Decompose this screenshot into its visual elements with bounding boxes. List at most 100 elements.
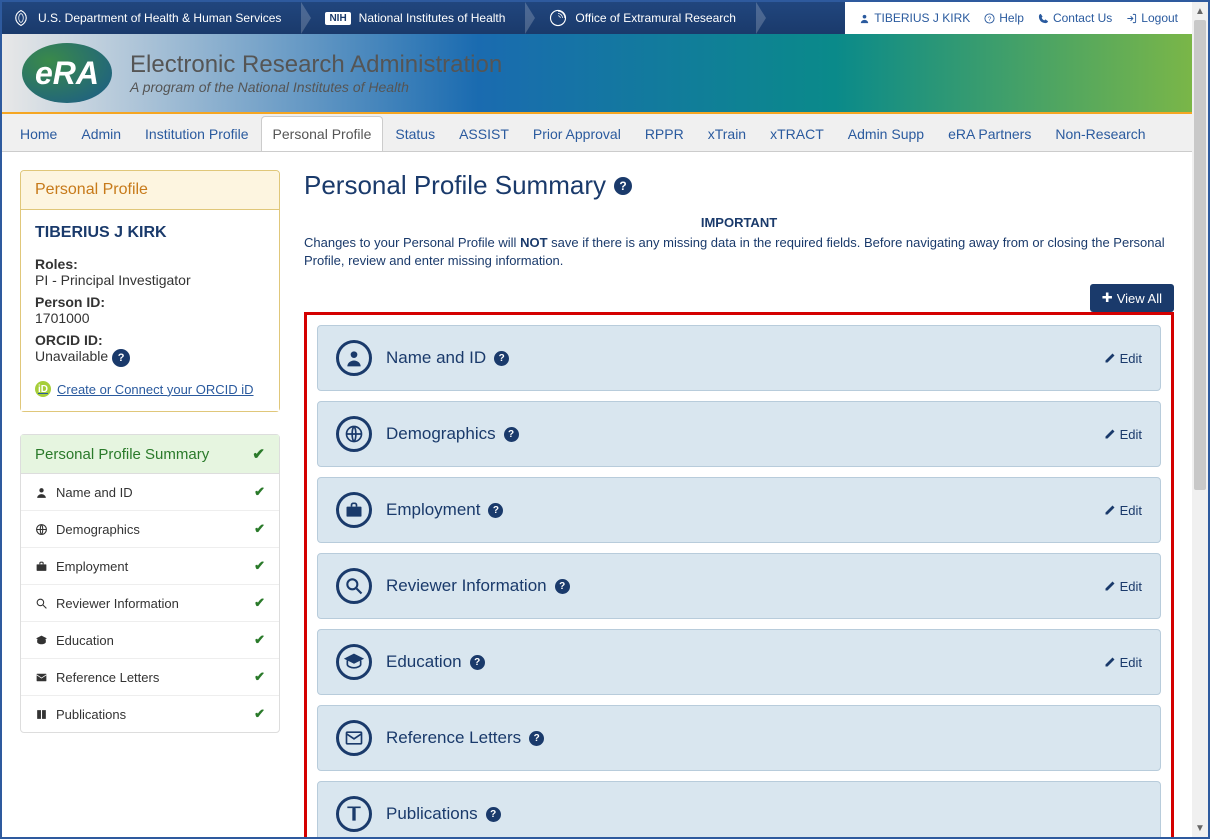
nav-tab-admin[interactable]: Admin <box>69 116 133 151</box>
breadcrumb-nih[interactable]: NIH National Institutes of Health <box>301 2 525 34</box>
nav-tab-xtract[interactable]: xTRACT <box>758 116 836 151</box>
orcid-connect-link[interactable]: iD Create or Connect your ORCID iD <box>35 381 265 397</box>
svg-text:?: ? <box>988 15 992 22</box>
section-title: Reference Letters ? <box>386 728 544 748</box>
breadcrumb-hhs[interactable]: U.S. Department of Health & Human Servic… <box>2 2 301 34</box>
publications-icon <box>35 708 48 721</box>
name-and-id-icon <box>35 486 48 499</box>
view-all-label: View All <box>1117 291 1162 306</box>
reviewer-information-icon <box>336 568 372 604</box>
check-icon: ✔ <box>252 445 265 463</box>
header-help-link[interactable]: ? Help <box>984 11 1024 25</box>
section-help-icon[interactable]: ? <box>494 351 509 366</box>
nav-tab-xtrain[interactable]: xTrain <box>696 116 758 151</box>
section-help-icon[interactable]: ? <box>486 807 501 822</box>
education-icon <box>336 644 372 680</box>
publications-icon <box>336 796 372 832</box>
nav-tab-status[interactable]: Status <box>383 116 447 151</box>
summary-nav-item-label: Publications <box>56 707 126 722</box>
edit-button[interactable]: Edit <box>1104 579 1142 594</box>
check-icon: ✔ <box>254 669 265 685</box>
era-logo: eRA <box>22 43 112 103</box>
reference-letters-icon <box>35 671 48 684</box>
sections-highlight-box: Name and ID ? Edit Demographics ? Edit Emp… <box>304 312 1174 839</box>
important-heading: IMPORTANT <box>304 215 1174 230</box>
check-icon: ✔ <box>254 558 265 574</box>
nav-tab-assist[interactable]: ASSIST <box>447 116 521 151</box>
summary-nav-item-reviewer-information[interactable]: Reviewer Information✔ <box>21 585 279 622</box>
era-logo-text: eRA <box>35 55 99 92</box>
scrollbar-thumb[interactable] <box>1194 20 1206 490</box>
section-row-education[interactable]: Education ? Edit <box>317 629 1161 695</box>
header-contact-link[interactable]: Contact Us <box>1038 11 1112 25</box>
section-title: Publications ? <box>386 804 501 824</box>
edit-button[interactable]: Edit <box>1104 503 1142 518</box>
pencil-icon <box>1104 580 1116 592</box>
edit-button[interactable]: Edit <box>1104 351 1142 366</box>
breadcrumb-oer-label: Office of Extramural Research <box>575 11 736 25</box>
page-title-help-icon[interactable]: ? <box>614 177 632 195</box>
summary-nav-item-employment[interactable]: Employment✔ <box>21 548 279 585</box>
check-icon: ✔ <box>254 632 265 648</box>
orcid-help-icon[interactable]: ? <box>112 349 130 367</box>
name-and-id-icon <box>336 340 372 376</box>
header-logout-label: Logout <box>1141 11 1178 25</box>
demographics-icon <box>35 523 48 536</box>
summary-nav-item-label: Reference Letters <box>56 670 159 685</box>
section-row-reviewer-information[interactable]: Reviewer Information ? Edit <box>317 553 1161 619</box>
oer-icon <box>549 9 567 27</box>
breadcrumb-nih-label: National Institutes of Health <box>359 11 506 25</box>
summary-nav-item-name-and-id[interactable]: Name and ID✔ <box>21 474 279 511</box>
banner-title: Electronic Research Administration <box>130 51 502 79</box>
person-id-value: 1701000 <box>35 310 265 326</box>
profile-summary-nav-title: Personal Profile Summary <box>35 446 209 463</box>
section-help-icon[interactable]: ? <box>529 731 544 746</box>
banner-subtitle: A program of the National Institutes of … <box>130 79 502 95</box>
header-user-link[interactable]: TIBERIUS J KIRK <box>859 11 970 25</box>
summary-nav-item-demographics[interactable]: Demographics✔ <box>21 511 279 548</box>
edit-button[interactable]: Edit <box>1104 427 1142 442</box>
personal-profile-card-header: Personal Profile <box>21 171 279 210</box>
user-icon <box>859 13 870 24</box>
profile-summary-nav-header[interactable]: Personal Profile Summary ✔ <box>21 435 279 474</box>
section-row-publications[interactable]: Publications ? <box>317 781 1161 839</box>
nav-tab-non-research[interactable]: Non-Research <box>1043 116 1157 151</box>
section-title: Education ? <box>386 652 485 672</box>
help-icon: ? <box>984 13 995 24</box>
header-logout-link[interactable]: Logout <box>1126 11 1178 25</box>
section-title: Employment ? <box>386 500 503 520</box>
section-row-name-and-id[interactable]: Name and ID ? Edit <box>317 325 1161 391</box>
section-help-icon[interactable]: ? <box>470 655 485 670</box>
scroll-down-button[interactable]: ▼ <box>1192 819 1208 837</box>
summary-nav-item-publications[interactable]: Publications✔ <box>21 696 279 732</box>
nav-tab-institution-profile[interactable]: Institution Profile <box>133 116 261 151</box>
summary-nav-item-education[interactable]: Education✔ <box>21 622 279 659</box>
pencil-icon <box>1104 428 1116 440</box>
header-help-label: Help <box>999 11 1024 25</box>
nih-icon: NIH <box>325 12 350 25</box>
nav-tab-rppr[interactable]: RPPR <box>633 116 696 151</box>
orcid-icon: iD <box>35 381 51 397</box>
nav-tab-personal-profile[interactable]: Personal Profile <box>261 116 384 151</box>
scroll-up-button[interactable]: ▲ <box>1192 2 1208 20</box>
section-row-employment[interactable]: Employment ? Edit <box>317 477 1161 543</box>
nav-tab-prior-approval[interactable]: Prior Approval <box>521 116 633 151</box>
check-icon: ✔ <box>254 521 265 537</box>
section-help-icon[interactable]: ? <box>488 503 503 518</box>
orcid-id-label: ORCID ID: <box>35 332 265 348</box>
section-help-icon[interactable]: ? <box>555 579 570 594</box>
nav-tab-admin-supp[interactable]: Admin Supp <box>836 116 936 151</box>
nav-tab-home[interactable]: Home <box>8 116 69 151</box>
section-help-icon[interactable]: ? <box>504 427 519 442</box>
main-nav: HomeAdminInstitution ProfilePersonal Pro… <box>2 114 1192 152</box>
nav-tab-era-partners[interactable]: eRA Partners <box>936 116 1043 151</box>
section-row-demographics[interactable]: Demographics ? Edit <box>317 401 1161 467</box>
summary-nav-item-reference-letters[interactable]: Reference Letters ✔ <box>21 659 279 696</box>
page-title: Personal Profile Summary ? <box>304 170 1174 201</box>
breadcrumb-oer[interactable]: Office of Extramural Research <box>525 2 756 34</box>
view-all-button[interactable]: ✚ View All <box>1090 284 1174 312</box>
vertical-scrollbar[interactable]: ▲ ▼ <box>1192 2 1208 837</box>
section-row-reference-letters[interactable]: Reference Letters ? <box>317 705 1161 771</box>
edit-button[interactable]: Edit <box>1104 655 1142 670</box>
employment-icon <box>336 492 372 528</box>
